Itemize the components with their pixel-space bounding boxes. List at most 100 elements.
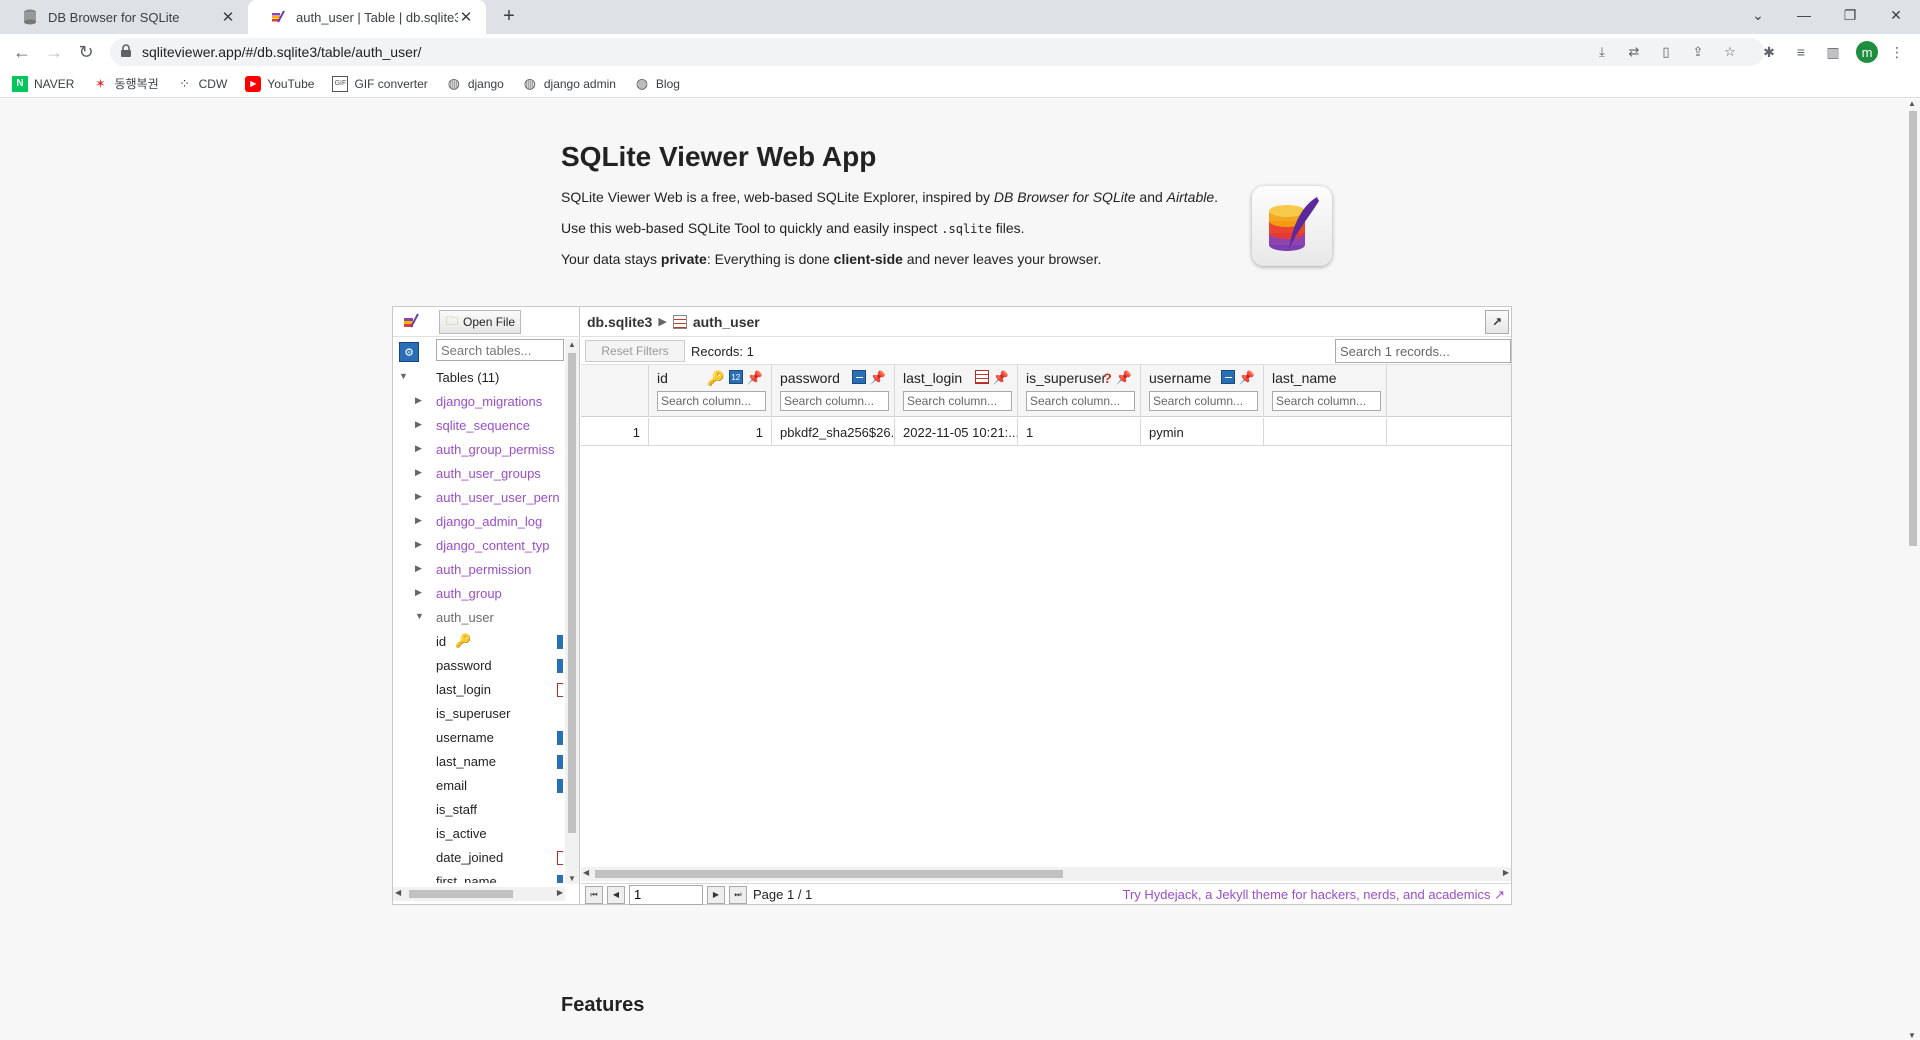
new-tab-button[interactable]: + (498, 6, 520, 28)
scroll-right-icon[interactable]: ▶ (557, 888, 563, 897)
scroll-up-icon[interactable]: ▲ (568, 340, 576, 349)
sidebar-table-item[interactable]: ▶ auth_user_user_pern (393, 485, 565, 509)
table-cell[interactable]: 1 (1018, 418, 1141, 446)
sidebar-table-item[interactable]: ▶ sqlite_sequence (393, 413, 565, 437)
bookmark-youtube[interactable]: ▶ YouTube (245, 75, 314, 92)
sidebar-table-item[interactable]: ▶ auth_user_groups (393, 461, 565, 485)
page-number-input[interactable] (629, 884, 703, 905)
column-search-input[interactable] (1149, 391, 1258, 411)
scroll-right-icon[interactable]: ▶ (1503, 868, 1509, 877)
scroll-thumb[interactable] (409, 890, 513, 898)
column-header[interactable]: is_superuser? 📌 (1018, 365, 1141, 417)
next-page-icon[interactable]: ▶ (707, 885, 725, 904)
sidebar-column-item[interactable]: username (393, 725, 565, 749)
sidebar-column-item[interactable]: email (393, 773, 565, 797)
sidebar-column-item[interactable]: date_joined (393, 845, 565, 869)
back-icon[interactable]: ← (10, 40, 34, 64)
column-search-input[interactable] (1272, 391, 1381, 411)
reset-filters-button[interactable]: Reset Filters (585, 340, 685, 362)
column-header[interactable]: password 📌 (772, 365, 895, 417)
restore-button[interactable]: ❐ (1830, 0, 1870, 30)
table-cell[interactable]: pymin (1141, 418, 1264, 446)
scroll-thumb[interactable] (595, 870, 1063, 878)
open-file-button[interactable]: 🗀 Open File (439, 310, 521, 334)
sidebar-horizontal-scrollbar[interactable]: ◀ ▶ (393, 887, 565, 901)
sidebar-column-item[interactable]: is_active (393, 821, 565, 845)
grid-horizontal-scrollbar[interactable]: ◀ ▶ (581, 867, 1511, 881)
close-window-button[interactable]: ✕ (1876, 0, 1916, 30)
sidebar-column-item[interactable]: last_login (393, 677, 565, 701)
extensions-icon[interactable]: ✱ (1760, 43, 1778, 61)
scroll-down-icon[interactable]: ▼ (1908, 1031, 1916, 1040)
sidebar-table-item[interactable]: ▶ auth_group_permiss (393, 437, 565, 461)
scroll-left-icon[interactable]: ◀ (395, 888, 401, 897)
scroll-thumb[interactable] (568, 353, 576, 833)
record-search-input[interactable] (1335, 339, 1511, 363)
close-tab-icon[interactable]: ✕ (220, 8, 236, 26)
table-search-input[interactable] (436, 339, 564, 361)
prev-page-icon[interactable]: ◀ (607, 885, 625, 904)
search-settings-icon[interactable]: ⚙ (399, 342, 419, 362)
scroll-left-icon[interactable]: ◀ (583, 868, 589, 877)
bookmark-django[interactable]: ◍ django (446, 75, 504, 92)
table-cell[interactable] (1264, 418, 1387, 446)
profile-avatar[interactable]: m (1856, 41, 1878, 63)
bookmark-star-icon[interactable]: ☆ (1722, 44, 1738, 60)
bookmark-gif-converter[interactable]: GIF GIF converter (332, 75, 428, 92)
tab-auth-user[interactable]: auth_user | Table | db.sqlite3 ✕ (248, 0, 486, 34)
table-row[interactable]: 1 1 pbkdf2_sha256$26... 2022-11-05 10:21:..… (581, 418, 1511, 446)
pin-icon[interactable]: 📌 (747, 370, 763, 387)
sidebar-column-item[interactable]: password (393, 653, 565, 677)
table-cell[interactable]: 2022-11-05 10:21:... (895, 418, 1018, 446)
bookmark-naver[interactable]: N NAVER (12, 75, 74, 92)
sidebar-table-item[interactable]: ▶ django_admin_log (393, 509, 565, 533)
side-panel-icon[interactable]: ▥ (1824, 43, 1842, 61)
column-search-input[interactable] (903, 391, 1012, 411)
pin-icon[interactable]: 📌 (870, 370, 886, 386)
scroll-thumb[interactable] (1909, 111, 1917, 546)
pin-icon[interactable]: 📌 (993, 370, 1009, 386)
sidebar-column-item[interactable]: first_name (393, 869, 565, 883)
forward-icon[interactable]: → (42, 40, 66, 64)
sidebar-table-item[interactable]: ▶ auth_group (393, 581, 565, 605)
bookmark-cdw[interactable]: ⁘ CDW (177, 76, 227, 92)
tab-db-browser[interactable]: DB Browser for SQLite ✕ (0, 0, 248, 34)
column-header[interactable]: id 🔑 12 📌 (649, 365, 772, 417)
tables-header[interactable]: ▼ Tables (11) (393, 365, 565, 389)
column-header[interactable]: username 📌 (1141, 365, 1264, 417)
column-header[interactable]: last_login 📌 (895, 365, 1018, 417)
column-header[interactable]: last_name (1264, 365, 1387, 417)
pin-icon[interactable]: 📌 (1116, 370, 1132, 386)
close-tab-icon[interactable]: ✕ (458, 8, 474, 26)
bookmark-django-admin[interactable]: ◍ django admin (522, 75, 616, 92)
scroll-down-icon[interactable]: ▼ (568, 874, 576, 883)
column-search-input[interactable] (657, 391, 766, 411)
first-page-icon[interactable]: ⏮ (585, 885, 603, 904)
column-search-input[interactable] (1026, 391, 1135, 411)
breadcrumb-db[interactable]: db.sqlite3 (587, 314, 652, 330)
column-search-input[interactable] (780, 391, 889, 411)
tab-search-icon[interactable]: ⌄ (1738, 0, 1778, 30)
last-page-icon[interactable]: ⏭ (729, 885, 747, 904)
sidebar-column-item[interactable]: last_name (393, 749, 565, 773)
translate-icon[interactable]: ⇄ (1626, 44, 1642, 60)
reading-list-icon[interactable]: ≡ (1792, 43, 1810, 61)
sidebar-table-item[interactable]: ▶ django_content_typ (393, 533, 565, 557)
menu-icon[interactable]: ⋮ (1888, 43, 1906, 61)
bookmark-blog[interactable]: ◍ Blog (634, 75, 680, 92)
hydejack-promo-link[interactable]: Try Hydejack, a Jekyll theme for hackers… (1122, 887, 1505, 903)
install-icon[interactable]: ⤓ (1594, 44, 1610, 60)
sidebar-table-item[interactable]: ▶ auth_permission (393, 557, 565, 581)
sidebar-column-item[interactable]: is_staff (393, 797, 565, 821)
scroll-up-icon[interactable]: ▲ (1908, 99, 1916, 108)
page-scrollbar[interactable]: ▲ ▼ (1906, 99, 1920, 1040)
share-icon[interactable]: ⇪ (1690, 44, 1706, 60)
bookmark-lottery[interactable]: ✶ 동행복권 (92, 75, 159, 92)
table-cell[interactable]: pbkdf2_sha256$26... (772, 418, 895, 446)
address-bar[interactable]: sqliteviewer.app/#/db.sqlite3/table/auth… (110, 38, 1764, 66)
minimize-button[interactable]: — (1784, 0, 1824, 30)
reload-icon[interactable]: ↻ (74, 40, 98, 64)
sidebar-column-item[interactable]: id 🔑 (393, 629, 565, 653)
sidebar-scrollbar[interactable]: ▲ ▼ (565, 339, 579, 884)
sidebar-column-item[interactable]: is_superuser (393, 701, 565, 725)
